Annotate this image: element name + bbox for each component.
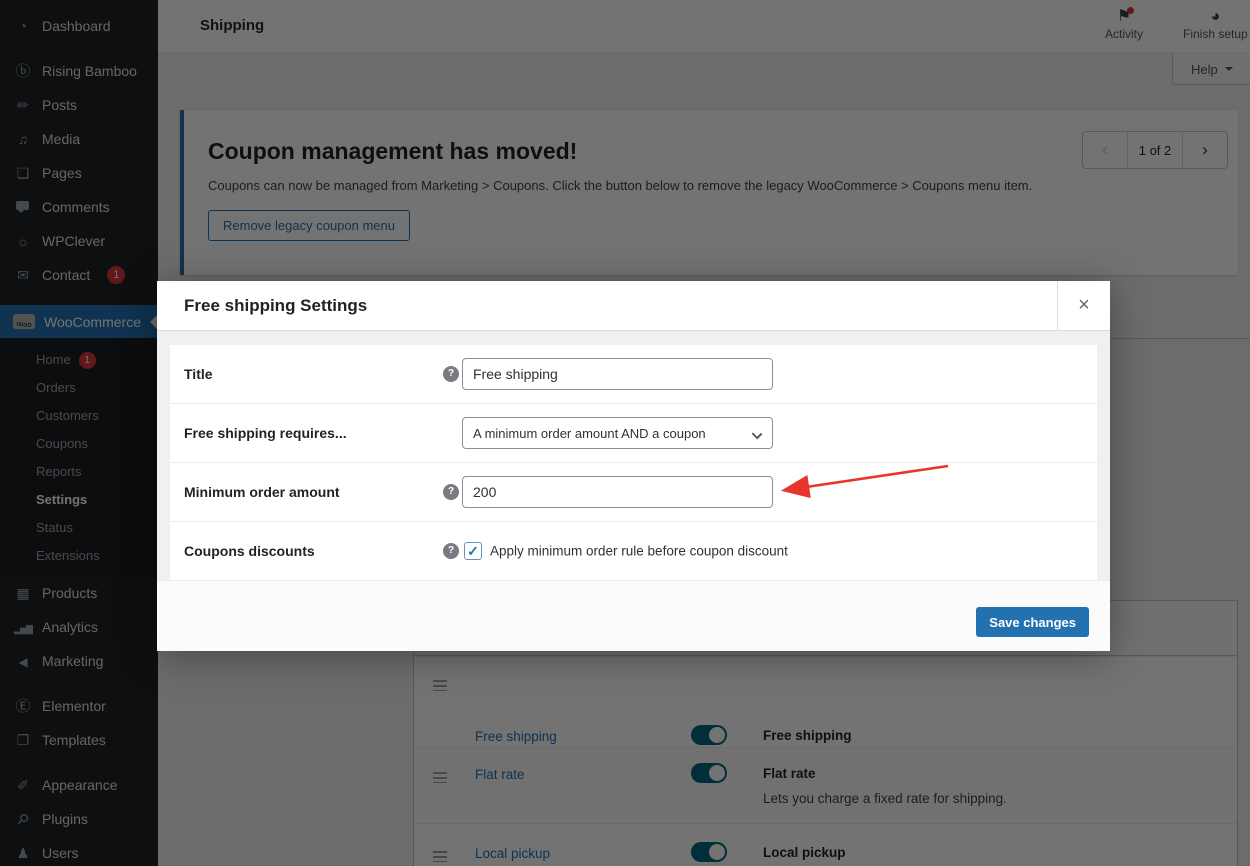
apply-minimum-order-rule-checkbox[interactable] xyxy=(464,542,482,560)
close-button[interactable]: × xyxy=(1057,281,1110,330)
field-row-title: Title ? xyxy=(170,345,1097,404)
field-label: Minimum order amount xyxy=(184,484,340,500)
modal-header: Free shipping Settings × xyxy=(157,281,1110,331)
help-icon[interactable]: ? xyxy=(443,484,459,500)
field-label: Free shipping requires... xyxy=(184,425,347,441)
modal-footer: Save changes xyxy=(157,580,1110,651)
field-row-coupons-discounts: Coupons discounts ? Apply minimum order … xyxy=(170,522,1097,580)
free-shipping-requires-select[interactable]: A minimum order amount AND a coupon xyxy=(462,417,773,449)
help-icon[interactable]: ? xyxy=(443,366,459,382)
title-input[interactable] xyxy=(462,358,773,390)
field-label: Title xyxy=(184,366,213,382)
close-icon: × xyxy=(1078,294,1090,317)
field-row-free-shipping-requires: Free shipping requires... A minimum orde… xyxy=(170,404,1097,463)
free-shipping-settings-modal: Free shipping Settings × Title ? Free sh… xyxy=(157,281,1110,651)
minimum-order-amount-input[interactable] xyxy=(462,476,773,508)
field-row-minimum-order-amount: Minimum order amount ? xyxy=(170,463,1097,522)
chevron-down-icon xyxy=(752,429,763,440)
help-icon[interactable]: ? xyxy=(443,543,459,559)
modal-title: Free shipping Settings xyxy=(184,296,367,316)
checkbox-label: Apply minimum order rule before coupon d… xyxy=(490,544,788,559)
field-label: Coupons discounts xyxy=(184,543,315,559)
save-changes-button[interactable]: Save changes xyxy=(976,607,1089,637)
modal-body: Title ? Free shipping requires... A mini… xyxy=(157,331,1110,580)
